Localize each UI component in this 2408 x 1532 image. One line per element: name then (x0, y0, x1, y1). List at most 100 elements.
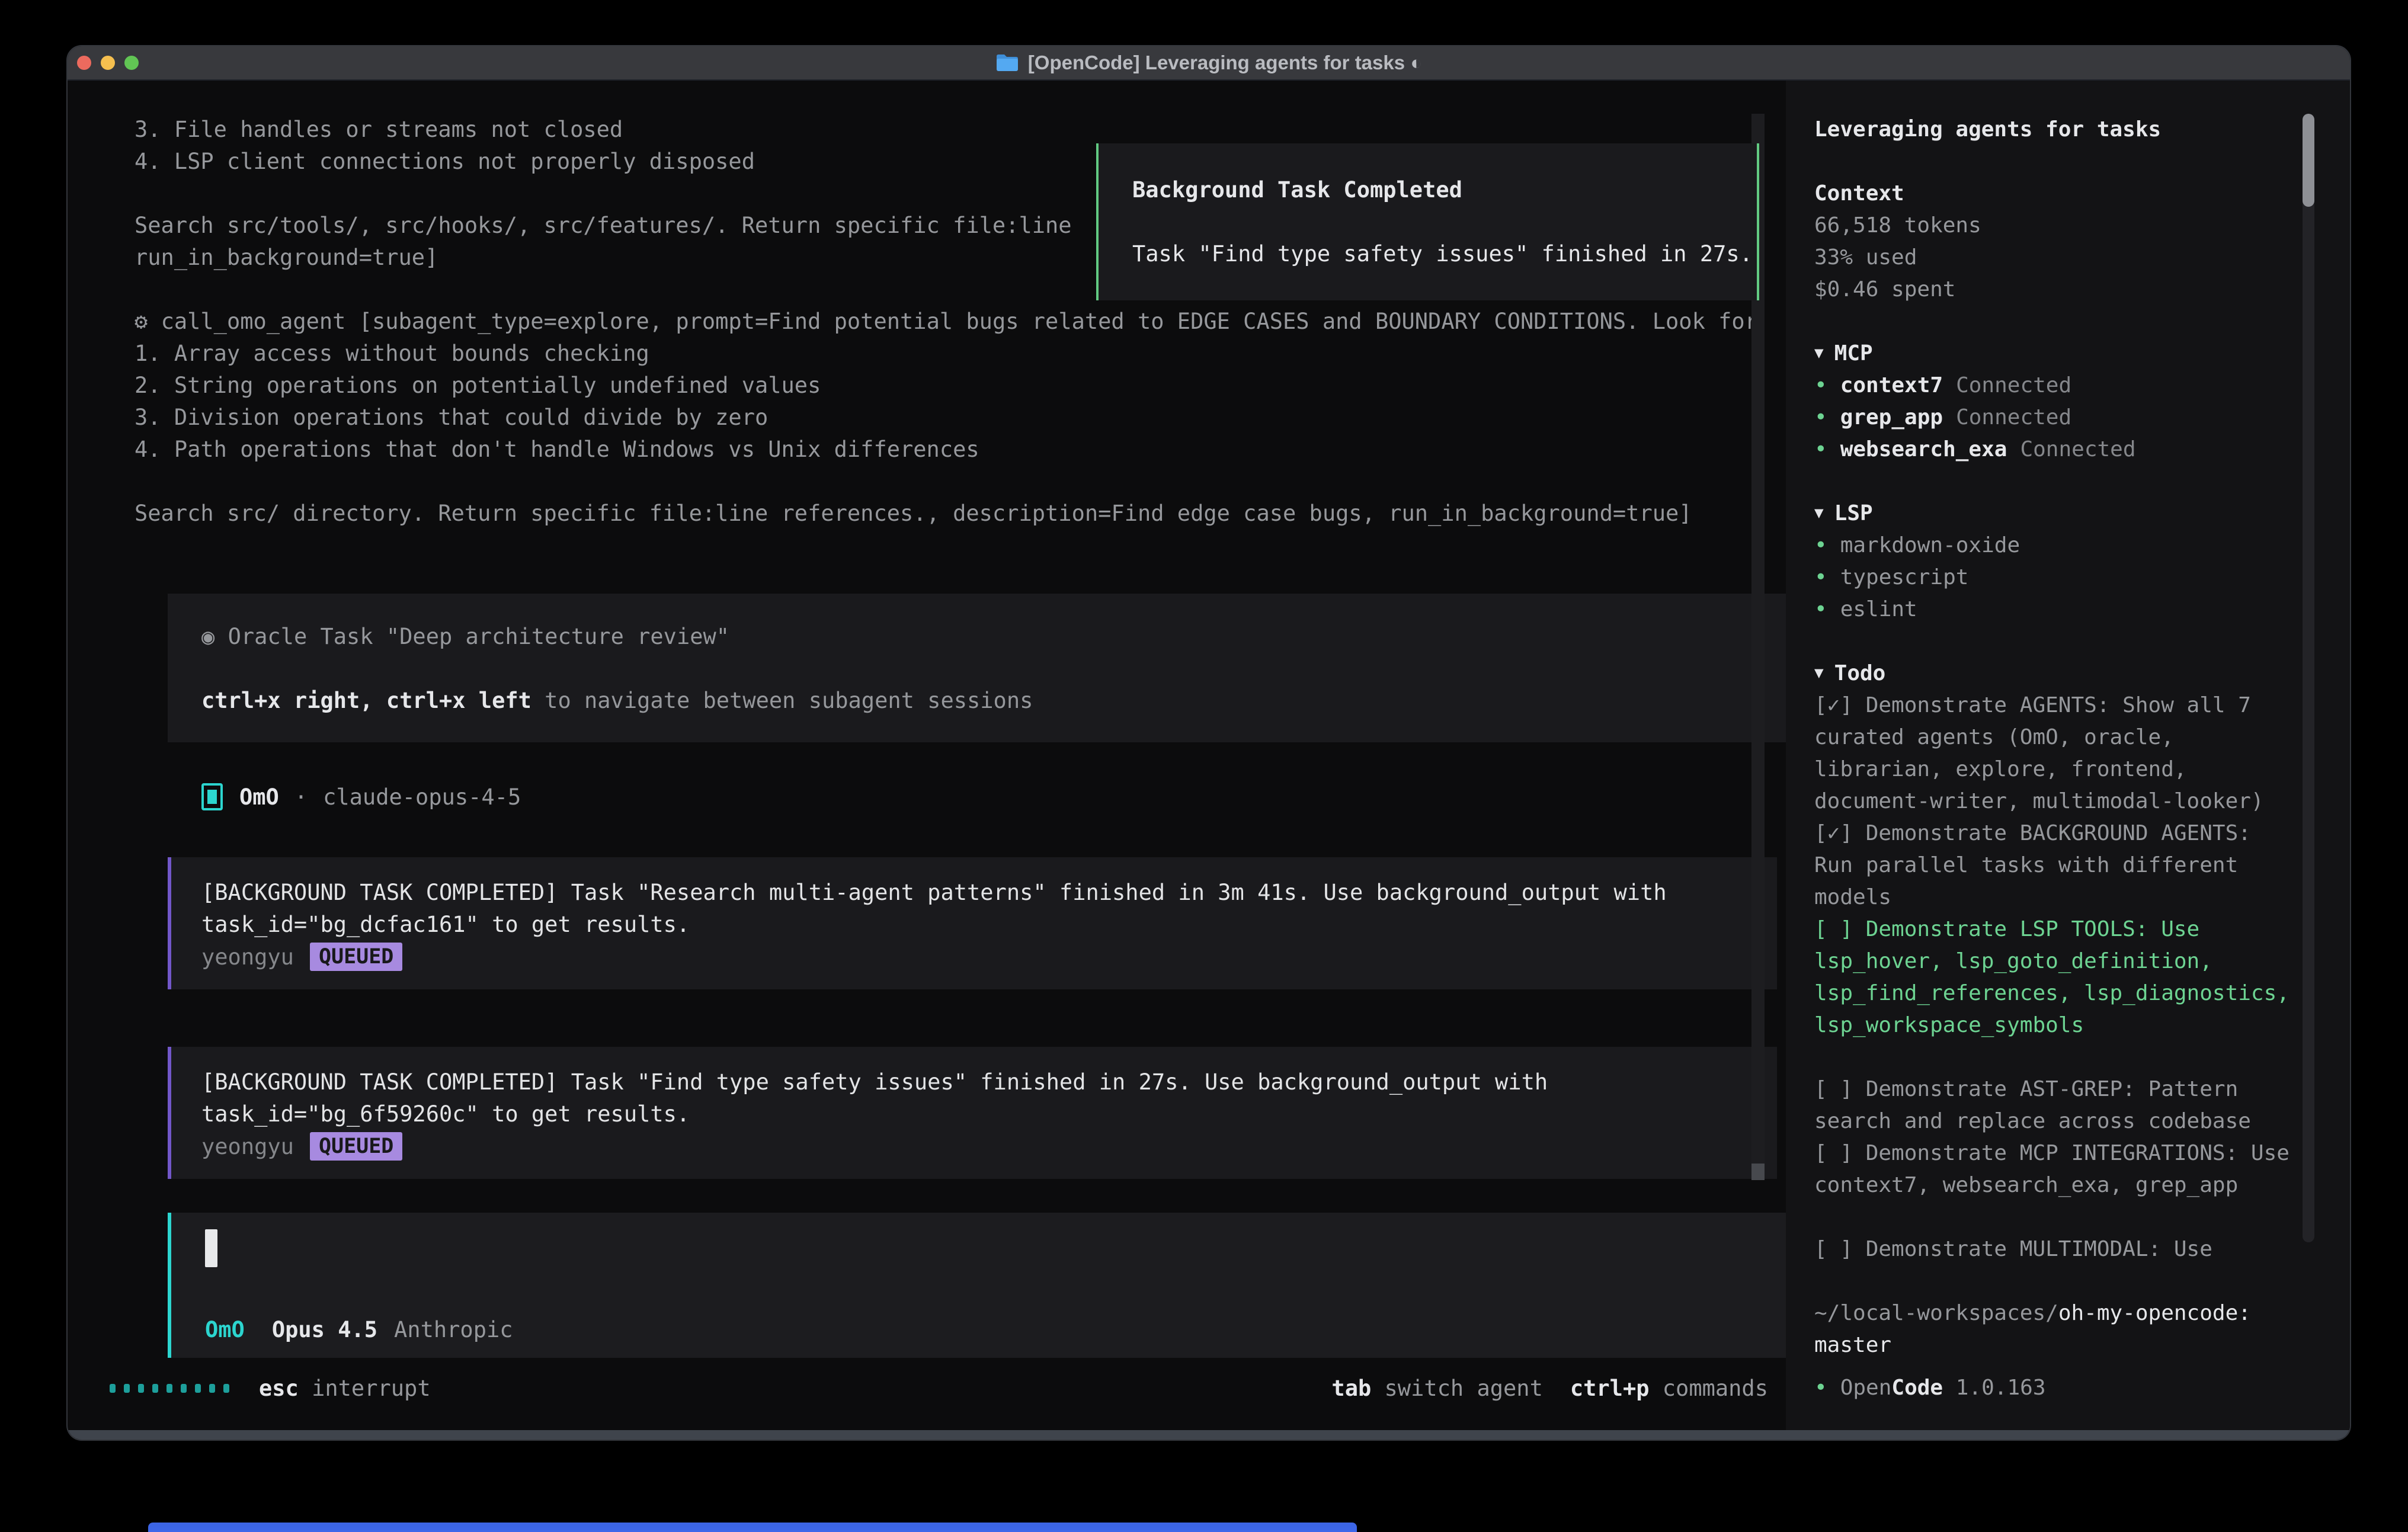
app-name-dim: Open (1840, 1376, 1892, 1400)
task-completed-toast: Background Task Completed Task "Find typ… (1096, 143, 1759, 300)
background-task-message: [BACKGROUND TASK COMPLETED] Task "Resear… (168, 857, 1777, 989)
mcp-item: •grep_appConnected (1814, 402, 2350, 434)
ctrl-p-key-hint: ctrl+p (1570, 1376, 1650, 1401)
chevron-down-icon: ▼ (1814, 504, 1824, 522)
todo-item: [ ] Demonstrate LSP TOOLS: Use lsp_hover… (1814, 914, 2295, 1041)
agent-model: claude-opus-4-5 (323, 784, 521, 810)
input-model-line: OmO Opus 4.5 Anthropic (205, 1314, 1834, 1346)
hint-text: to navigate between subagent sessions (531, 688, 1033, 713)
background-window-sliver (148, 1523, 1357, 1532)
mcp-item: • context7 Connected (1814, 370, 2350, 402)
message-line: task_id="bg_6f59260c" to get results. (201, 1098, 1777, 1130)
sidebar-scrollbar-thumb[interactable] (2303, 114, 2314, 207)
app-version: 1.0.163 (1956, 1376, 2046, 1400)
spacer-text (1371, 1376, 1384, 1401)
sidebar-scrollbar[interactable] (2303, 114, 2314, 1242)
spinner-dots (110, 1384, 229, 1393)
mcp-item-status: Connected (2020, 437, 2135, 461)
mcp-item: •websearch_exaConnected (1814, 434, 2350, 466)
input-model-name: Opus 4.5 (272, 1314, 377, 1346)
target-icon: ◉ (201, 624, 214, 649)
agent-square-icon (201, 783, 223, 810)
window-titlebar[interactable]: [OpenCode] Leveraging agents for tasks ◐ (68, 46, 2350, 81)
spacer-text (148, 309, 161, 334)
mcp-item-status: Connected (1956, 373, 2071, 398)
oracle-task-box[interactable]: ◉ Oracle Task "Deep architecture review"… (168, 594, 1822, 742)
tool-call-list-item: 1. Array access without bounds checking (135, 338, 1773, 370)
tab-hint: tab switch agent (1331, 1376, 1542, 1401)
todo-section-header[interactable]: ▼Todo (1814, 658, 2350, 690)
spacer (1814, 146, 2350, 178)
minimize-button[interactable] (101, 56, 115, 70)
tool-call-list-item: 3. Division operations that could divide… (135, 402, 1773, 434)
tool-call-text: call_omo_agent [subagent_type=explore, p… (161, 309, 1758, 334)
bullet-icon: • (1814, 373, 1827, 398)
todo-item: [ ] Demonstrate MCP INTEGRATIONS: Use co… (1814, 1137, 2295, 1201)
mcp-item-name: grep_app (1840, 405, 1943, 430)
mcp-heading: MCP (1834, 341, 1873, 366)
message-meta: yeongyu QUEUED (201, 1130, 1777, 1162)
todo-heading: Todo (1834, 661, 1886, 685)
traffic-lights (77, 46, 139, 79)
commands-hint: ctrl+p commands (1570, 1376, 1768, 1401)
todo-item: [✓] Demonstrate AGENTS: Show all 7 curat… (1814, 690, 2295, 818)
context-heading: Context (1814, 178, 2350, 210)
lsp-item: • typescript (1814, 562, 2350, 594)
oracle-task-hint: ctrl+x right, ctrl+x left to navigate be… (201, 685, 1822, 717)
bullet-icon: • (1814, 533, 1827, 557)
agent-session-header: OmO · claude-opus-4-5 (201, 781, 1773, 813)
context-spent: $0.46 spent (1814, 274, 2350, 306)
toast-title: Background Task Completed (1132, 174, 1757, 206)
session-sidebar: Leveraging agents for tasks Context 66,5… (1786, 81, 2350, 1430)
message-author: yeongyu (201, 944, 294, 970)
context-tokens: 66,518 tokens (1814, 210, 2350, 242)
app-version-footer: •OpenCode 1.0.163 (1814, 1372, 2046, 1404)
terminal-main-pane: 3. File handles or streams not closed 4.… (68, 81, 1773, 1430)
oracle-task-title: Oracle Task "Deep architecture review" (228, 624, 729, 649)
message-line: [BACKGROUND TASK COMPLETED] Task "Find t… (201, 1066, 1777, 1098)
keyboard-shortcut: ctrl+x right, ctrl+x left (201, 688, 531, 713)
spacer-text (299, 1376, 312, 1401)
spacer (201, 653, 1822, 685)
bullet-icon: • (1814, 565, 1827, 589)
spacer (1814, 626, 2350, 658)
tool-call-footer: Search src/ directory. Return specific f… (135, 498, 1773, 530)
mcp-item-name: context7 (1840, 373, 1943, 398)
mcp-section-header[interactable]: ▼ MCP (1814, 338, 2350, 370)
lsp-heading: LSP (1834, 501, 1873, 525)
close-button[interactable] (77, 56, 91, 70)
zoom-button[interactable] (124, 56, 139, 70)
context-used: 33% used (1814, 242, 2350, 274)
folder-icon (995, 53, 1019, 72)
lsp-section-header[interactable]: ▼ LSP (1814, 498, 2350, 530)
workspace-path-repo: oh-my-opencode: (2058, 1301, 2251, 1325)
esc-key-label: interrupt (312, 1376, 430, 1401)
main-scrollbar-thumb[interactable] (1751, 1164, 1765, 1180)
todo-item: [✓] Demonstrate BACKGROUND AGENTS: Run p… (1814, 818, 2295, 914)
background-task-message: [BACKGROUND TASK COMPLETED] Task "Find t… (168, 1047, 1777, 1179)
opencode-window: [OpenCode] Leveraging agents for tasks ◐… (66, 45, 2351, 1441)
text-cursor (205, 1229, 217, 1267)
separator-dot: · (294, 784, 308, 810)
bullet-icon: • (1814, 405, 1827, 430)
message-line: [BACKGROUND TASK COMPLETED] Task "Resear… (201, 877, 1777, 909)
chevron-down-icon: ▼ (1814, 344, 1824, 362)
ctrl-p-key-label: commands (1663, 1376, 1768, 1401)
status-bar: esc interrupt tab switch agent ctrl+p co… (110, 1372, 1768, 1404)
window-bottom-edge (68, 1430, 2350, 1440)
spacer (1132, 206, 1757, 238)
tool-call-list-item: 4. Path operations that don't handle Win… (135, 434, 1773, 466)
oracle-task-title-line: ◉ Oracle Task "Deep architecture review" (201, 621, 1822, 653)
lsp-item-name: typescript (1840, 565, 1969, 589)
tab-key-label: switch agent (1385, 1376, 1543, 1401)
message-line: task_id="bg_dcfac161" to get results. (201, 909, 1777, 941)
spacer-text (1943, 1376, 1956, 1400)
lsp-item: • markdown-oxide (1814, 530, 2350, 562)
status-bar-right: tab switch agent ctrl+p commands (1331, 1376, 1768, 1401)
todo-item: [ ] Demonstrate AST-GREP: Pattern search… (1814, 1073, 2295, 1137)
status-badge: QUEUED (310, 1132, 402, 1161)
lsp-item-name: markdown-oxide (1840, 533, 2020, 557)
spacer-text (1650, 1376, 1663, 1401)
prompt-input[interactable]: OmO Opus 4.5 Anthropic (168, 1213, 1834, 1358)
workspace-path: ~/local-workspaces/oh-my-opencode: maste… (1814, 1297, 2295, 1361)
